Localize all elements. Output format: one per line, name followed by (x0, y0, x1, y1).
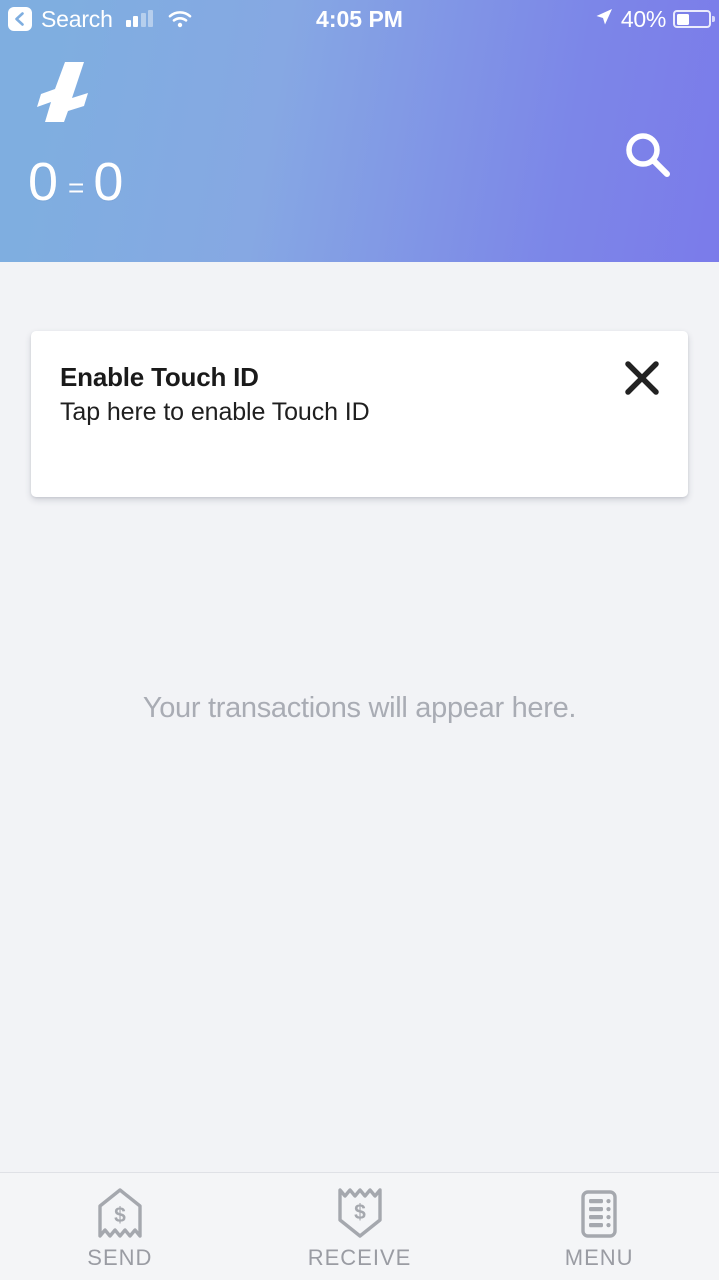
menu-list-icon (575, 1185, 623, 1243)
svg-text:$: $ (354, 1201, 366, 1224)
enable-touch-id-card[interactable]: Enable Touch ID Tap here to enable Touch… (31, 331, 688, 497)
card-subtitle: Tap here to enable Touch ID (60, 398, 370, 426)
balance-display: 0 = 0 (28, 155, 123, 209)
app-root: 0 = 0 Search 4:05 PM 40% Enable Touch ID… (0, 0, 719, 1280)
balance-amount: 0 (28, 152, 59, 212)
status-bar-right: 40% (594, 5, 715, 33)
bottom-tab-bar: $ SEND $ RECEIVE MENU (0, 1172, 719, 1280)
tab-receive-label: RECEIVE (307, 1245, 412, 1270)
search-button[interactable] (617, 124, 679, 186)
battery-percent: 40% (620, 5, 666, 32)
balance-fiat: 0 (93, 152, 124, 212)
svg-text:$: $ (114, 1204, 126, 1227)
wallet-header: 0 = 0 (0, 0, 719, 262)
search-icon (626, 133, 670, 177)
balance-separator: = (68, 172, 85, 203)
tab-menu-label: MENU (564, 1245, 634, 1270)
empty-state-message: Your transactions will appear here. (142, 692, 577, 724)
tab-send-label: SEND (87, 1245, 153, 1270)
tab-menu[interactable]: MENU (479, 1173, 719, 1280)
card-title: Enable Touch ID (60, 362, 259, 392)
close-icon (625, 361, 659, 395)
battery-icon (673, 10, 715, 28)
location-arrow-icon (594, 7, 614, 32)
tab-receive[interactable]: $ RECEIVE (240, 1173, 480, 1280)
status-bar: Search 4:05 PM 40% (0, 0, 719, 38)
close-button[interactable] (612, 349, 672, 407)
send-receipt-icon: $ (94, 1185, 146, 1243)
receive-receipt-icon: $ (334, 1185, 386, 1243)
tab-send[interactable]: $ SEND (0, 1173, 240, 1280)
litecoin-logo (32, 58, 96, 126)
